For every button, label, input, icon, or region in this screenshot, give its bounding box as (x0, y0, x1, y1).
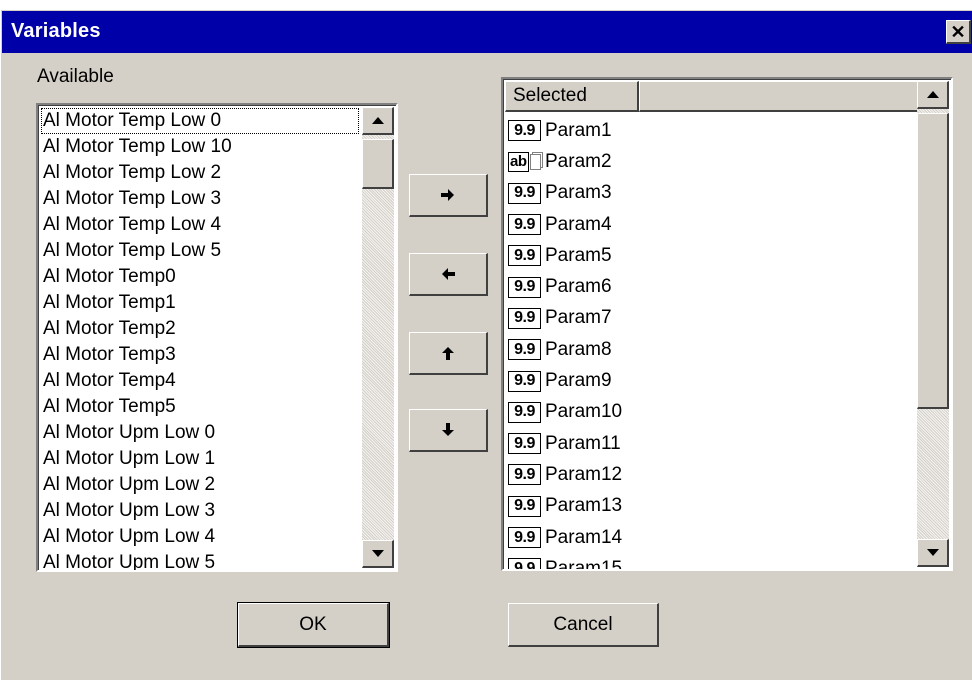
close-icon: ✕ (950, 21, 966, 42)
list-item[interactable]: 9.9 Param1 (508, 115, 918, 146)
list-item[interactable]: Al Motor Temp1 (41, 290, 359, 316)
column-header-empty[interactable] (639, 81, 919, 112)
list-item[interactable]: 9.9 Param8 (508, 334, 918, 365)
param-label: Param6 (545, 276, 612, 298)
numeric-type-icon: 9.9 (508, 276, 541, 298)
list-item[interactable]: Al Motor Upm Low 0 (41, 420, 359, 446)
scroll-thumb[interactable] (362, 139, 394, 189)
arrow-down-icon (926, 549, 939, 556)
list-item[interactable]: Al Motor Temp Low 4 (41, 212, 359, 238)
scroll-thumb[interactable] (917, 113, 949, 409)
list-item[interactable]: 9.9 Param15 (508, 553, 918, 571)
move-down-button[interactable] (409, 409, 488, 452)
available-scrollbar[interactable] (362, 107, 394, 568)
param-label: Param2 (545, 150, 612, 172)
ok-button[interactable]: OK (237, 602, 390, 648)
list-header: Selected (505, 81, 919, 112)
numeric-type-icon: 9.9 (508, 401, 541, 423)
arrow-up-icon (926, 91, 939, 98)
scroll-down-button[interactable] (917, 539, 949, 567)
list-item[interactable]: Al Motor Upm Low 4 (41, 524, 359, 550)
arrow-left-icon (442, 268, 455, 280)
list-item[interactable]: 9.9 Param9 (508, 365, 918, 396)
remove-from-selected-button[interactable] (409, 253, 488, 296)
close-button[interactable]: ✕ (946, 20, 971, 44)
text-type-glyph: ab (508, 151, 529, 172)
numeric-type-icon: 9.9 (508, 464, 541, 486)
list-item[interactable]: Al Motor Temp5 (41, 394, 359, 420)
scroll-down-button[interactable] (362, 540, 394, 568)
numeric-type-icon: 9.9 (508, 245, 541, 267)
list-item[interactable]: 9.9 Param12 (508, 459, 918, 490)
param-label: Param1 (545, 119, 612, 141)
list-item[interactable]: 9.9 Param7 (508, 303, 918, 334)
param-label: Param7 (545, 307, 612, 329)
param-label: Param3 (545, 182, 612, 204)
list-item[interactable]: Al Motor Temp2 (41, 316, 359, 342)
param-label: Param9 (545, 370, 612, 392)
list-item[interactable]: Al Motor Upm Low 2 (41, 472, 359, 498)
param-label: Param10 (545, 401, 623, 423)
param-label: Param13 (545, 495, 623, 517)
numeric-type-icon: 9.9 (508, 495, 541, 517)
list-item[interactable]: Al Motor Temp Low 10 (41, 134, 359, 160)
cancel-button[interactable]: Cancel (508, 603, 659, 647)
numeric-type-icon: 9.9 (508, 339, 541, 361)
list-item[interactable]: Al Motor Temp Low 3 (41, 186, 359, 212)
param-label: Param15 (545, 557, 623, 571)
numeric-type-icon: 9.9 (508, 214, 541, 236)
numeric-type-icon: 9.9 (508, 182, 541, 204)
param-label: Param8 (545, 338, 612, 360)
window-title: Variables (11, 20, 101, 42)
arrow-down-icon (442, 423, 454, 436)
list-item[interactable]: Al Motor Temp0 (41, 264, 359, 290)
param-label: Param5 (545, 244, 612, 266)
scroll-up-button[interactable] (362, 107, 394, 135)
pages-icon (529, 153, 541, 170)
arrow-down-icon (371, 550, 384, 557)
numeric-type-icon: 9.9 (508, 370, 541, 392)
list-item[interactable]: 9.9 Param6 (508, 271, 918, 302)
list-item[interactable]: 9.9 Param13 (508, 491, 918, 522)
scroll-up-button[interactable] (917, 81, 949, 109)
numeric-type-icon: 9.9 (508, 433, 541, 455)
list-item[interactable]: ab Param2 (508, 146, 918, 177)
selected-scrollbar[interactable] (917, 81, 949, 567)
numeric-type-icon: 9.9 (508, 120, 541, 142)
list-item[interactable]: Al Motor Upm Low 3 (41, 498, 359, 524)
numeric-type-icon: 9.9 (508, 527, 541, 548)
add-to-selected-button[interactable] (409, 174, 488, 217)
param-label: Param14 (545, 526, 623, 548)
param-label: Param11 (545, 432, 621, 454)
move-up-button[interactable] (409, 332, 488, 375)
numeric-type-icon: 9.9 (508, 558, 541, 569)
list-item[interactable]: 9.9 Param4 (508, 209, 918, 240)
title-bar[interactable]: Variables ✕ (2, 11, 972, 53)
list-item[interactable]: Al Motor Temp4 (41, 368, 359, 394)
selected-list: 9.9 Param1 ab Param2 9.9 Param3 9.9 Param4 9.9 Pa… (508, 115, 918, 571)
param-label: Param4 (545, 213, 612, 235)
list-item[interactable]: 9.9 Param10 (508, 397, 918, 428)
available-label: Available (37, 66, 114, 87)
arrow-right-icon (441, 189, 454, 201)
list-item[interactable]: Al Motor Temp Low 0 (41, 108, 359, 134)
selected-listview[interactable]: Selected 9.9 Param1 ab Param2 9.9 Param3 9.9 Pa… (501, 77, 953, 571)
available-list: Al Motor Temp Low 0 Al Motor Temp Low 10 A… (41, 108, 359, 570)
column-header-selected[interactable]: Selected (505, 81, 639, 112)
list-item[interactable]: 9.9 Param3 (508, 178, 918, 209)
arrow-up-icon (371, 117, 384, 124)
text-type-icon: ab (508, 151, 541, 172)
list-item[interactable]: Al Motor Upm Low 1 (41, 446, 359, 472)
available-listbox[interactable]: Al Motor Temp Low 0 Al Motor Temp Low 10 A… (36, 103, 398, 572)
numeric-type-icon: 9.9 (508, 307, 541, 329)
list-item[interactable]: Al Motor Temp3 (41, 342, 359, 368)
list-item[interactable]: 9.9 Param5 (508, 240, 918, 271)
list-item[interactable]: 9.9 Param11 (508, 428, 918, 459)
list-item[interactable]: Al Motor Upm Low 5 (41, 550, 359, 570)
param-label: Param12 (545, 463, 623, 485)
list-item[interactable]: 9.9 Param14 (508, 522, 918, 553)
arrow-up-icon (442, 347, 454, 360)
list-item[interactable]: Al Motor Temp Low 2 (41, 160, 359, 186)
list-item[interactable]: Al Motor Temp Low 5 (41, 238, 359, 264)
